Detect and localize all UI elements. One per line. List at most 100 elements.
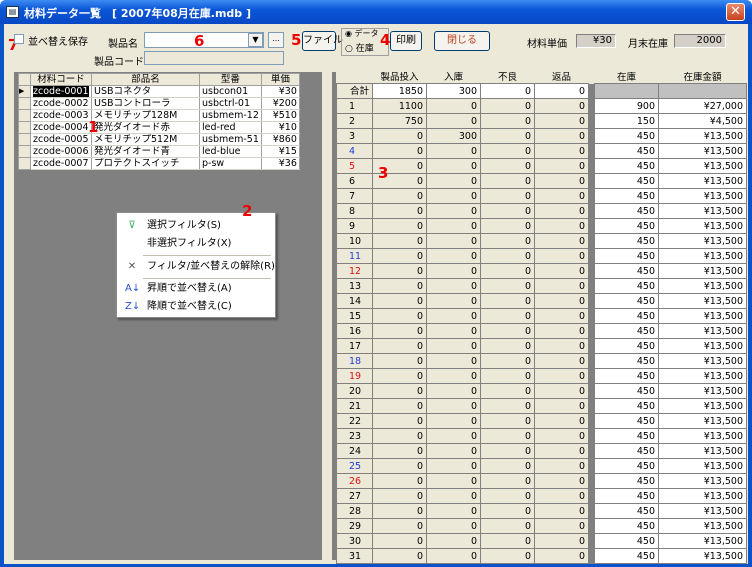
sort-save-checkbox[interactable]: [14, 34, 24, 44]
cell-price[interactable]: ¥510: [261, 109, 300, 122]
current-record-icon[interactable]: ▶: [18, 85, 31, 98]
cell-product-input: 0: [372, 533, 427, 549]
cell-stock-amount: ¥13,500: [658, 143, 747, 159]
cell-material-code[interactable]: zcode-0003: [30, 109, 92, 122]
day-cell: 30: [336, 533, 373, 549]
cell-price[interactable]: ¥200: [261, 97, 300, 110]
table-row[interactable]: zcode-0007 プロテクトスイッチ p-sw ¥36: [18, 157, 300, 170]
row-selector[interactable]: [18, 97, 31, 110]
sort-descending-icon: Z↓: [125, 301, 141, 312]
print-button[interactable]: 印刷: [390, 31, 422, 51]
table-row[interactable]: zcode-0005 メモリチップ512M usbmem-51 ¥860: [18, 133, 300, 146]
cell-material-code[interactable]: zcode-0004: [30, 121, 92, 134]
cell-product-input: 0: [372, 293, 427, 309]
chevron-down-icon[interactable]: ▼: [248, 33, 263, 47]
cell-part-name[interactable]: 発光ダイオード青: [91, 145, 200, 158]
day-cell: 19: [336, 368, 373, 384]
annotation-2: 2: [242, 202, 253, 220]
cell-part-name[interactable]: 発光ダイオード赤: [91, 121, 200, 134]
cell-receipt: 0: [426, 518, 481, 534]
browse-button[interactable]: ...: [268, 32, 284, 48]
total-row: 合計 1850 300 0 0: [336, 83, 747, 99]
cell-material-code[interactable]: zcode-0005: [30, 133, 92, 146]
table-row: 13 0 0 0 0 450 ¥13,500: [336, 278, 747, 294]
cell-price[interactable]: ¥36: [261, 157, 300, 170]
cell-model[interactable]: led-blue: [199, 145, 262, 158]
table-row: 29 0 0 0 0 450 ¥13,500: [336, 518, 747, 534]
cell-stock: 450: [594, 323, 659, 339]
day-cell: 15: [336, 308, 373, 324]
cell-model[interactable]: usbmem-12: [199, 109, 262, 122]
cell-part-name[interactable]: プロテクトスイッチ: [91, 157, 200, 170]
cell-receipt: 0: [426, 398, 481, 414]
col-header-part-name[interactable]: 部品名: [91, 73, 200, 86]
cell-material-code[interactable]: zcode-0007: [30, 157, 92, 170]
col-header-price[interactable]: 単価: [260, 73, 300, 86]
cell-price[interactable]: ¥30: [261, 85, 300, 98]
cell-product-input: 0: [372, 233, 427, 249]
menu-item-exclude-filter[interactable]: 非選択フィルタ(X): [117, 235, 275, 253]
cell-stock-amount: ¥13,500: [658, 548, 747, 564]
cell-part-name[interactable]: メモリチップ128M: [91, 109, 200, 122]
menu-item-sort-descending[interactable]: Z↓ 降順で並べ替え(C): [117, 298, 275, 316]
cell-part-name[interactable]: USBコネクタ: [91, 85, 200, 98]
row-selector[interactable]: [18, 121, 31, 134]
table-row[interactable]: zcode-0004 発光ダイオード赤 led-red ¥10: [18, 121, 300, 134]
cell-material-code[interactable]: zcode-0002: [30, 97, 92, 110]
day-cell: 1: [336, 98, 373, 114]
table-row[interactable]: zcode-0003 メモリチップ128M usbmem-12 ¥510: [18, 109, 300, 122]
cell-price[interactable]: ¥15: [261, 145, 300, 158]
row-selector[interactable]: [18, 109, 31, 122]
cell-defect: 0: [480, 548, 535, 564]
cell-model[interactable]: led-red: [199, 121, 262, 134]
col-header-material-code[interactable]: 材料コード: [30, 73, 92, 86]
table-row[interactable]: ▶ zcode-0001 USBコネクタ usbcon01 ¥30: [18, 85, 300, 98]
cell-part-name[interactable]: USBコントローラ: [91, 97, 200, 110]
cell-receipt: 0: [426, 428, 481, 444]
cell-model[interactable]: usbmem-51: [199, 133, 262, 146]
day-cell: 18: [336, 353, 373, 369]
cell-material-code[interactable]: zcode-0006: [30, 145, 92, 158]
cell-defect: 0: [480, 263, 535, 279]
cell-price[interactable]: ¥10: [261, 121, 300, 134]
cell-return: 0: [534, 473, 589, 489]
table-row[interactable]: zcode-0002 USBコントローラ usbctrl-01 ¥200: [18, 97, 300, 110]
cell-model[interactable]: p-sw: [199, 157, 262, 170]
cell-material-code[interactable]: zcode-0001: [30, 85, 92, 98]
day-cell: 31: [336, 548, 373, 564]
table-row: 21 0 0 0 0 450 ¥13,500: [336, 398, 747, 414]
radio-stock[interactable]: ○ 在庫: [345, 41, 374, 54]
row-selector[interactable]: [18, 133, 31, 146]
cell-price[interactable]: ¥860: [261, 133, 300, 146]
cell-part-name[interactable]: メモリチップ512M: [91, 133, 200, 146]
menu-separator: [143, 278, 271, 279]
cell-stock-amount: ¥13,500: [658, 323, 747, 339]
cell-stock-amount: ¥13,500: [658, 293, 747, 309]
menu-item-remove-filter[interactable]: ✕ フィルタ/並べ替えの解除(R): [117, 258, 275, 276]
table-row: 28 0 0 0 0 450 ¥13,500: [336, 503, 747, 519]
table-row: 14 0 0 0 0 450 ¥13,500: [336, 293, 747, 309]
table-row[interactable]: zcode-0006 発光ダイオード青 led-blue ¥15: [18, 145, 300, 158]
title-bar[interactable]: ▤ 材料データ一覧 [ 2007年08月在庫.mdb ] ✕: [0, 0, 752, 24]
cell-return: 0: [534, 323, 589, 339]
menu-item-sort-ascending[interactable]: A↓ 昇順で並べ替え(A): [117, 280, 275, 298]
cell-return: 0: [534, 503, 589, 519]
cell-model[interactable]: usbctrl-01: [199, 97, 262, 110]
close-button[interactable]: 閉じる: [434, 31, 490, 51]
cell-model[interactable]: usbcon01: [199, 85, 262, 98]
annotation-6: 6: [194, 32, 205, 50]
cell-stock: 450: [594, 473, 659, 489]
cell-stock: 450: [594, 293, 659, 309]
file-button[interactable]: ファイル: [302, 31, 343, 51]
row-selector[interactable]: [18, 157, 31, 170]
day-cell: 26: [336, 473, 373, 489]
table-row: 15 0 0 0 0 450 ¥13,500: [336, 308, 747, 324]
radio-data[interactable]: ◉ データ: [345, 28, 379, 39]
day-header: [336, 72, 373, 84]
cell-receipt: 300: [426, 128, 481, 144]
cell-product-input: 0: [372, 458, 427, 474]
row-selector[interactable]: [18, 145, 31, 158]
col-header-model[interactable]: 型番: [199, 73, 262, 86]
close-window-button[interactable]: ✕: [726, 3, 745, 21]
cell-return: 0: [534, 293, 589, 309]
